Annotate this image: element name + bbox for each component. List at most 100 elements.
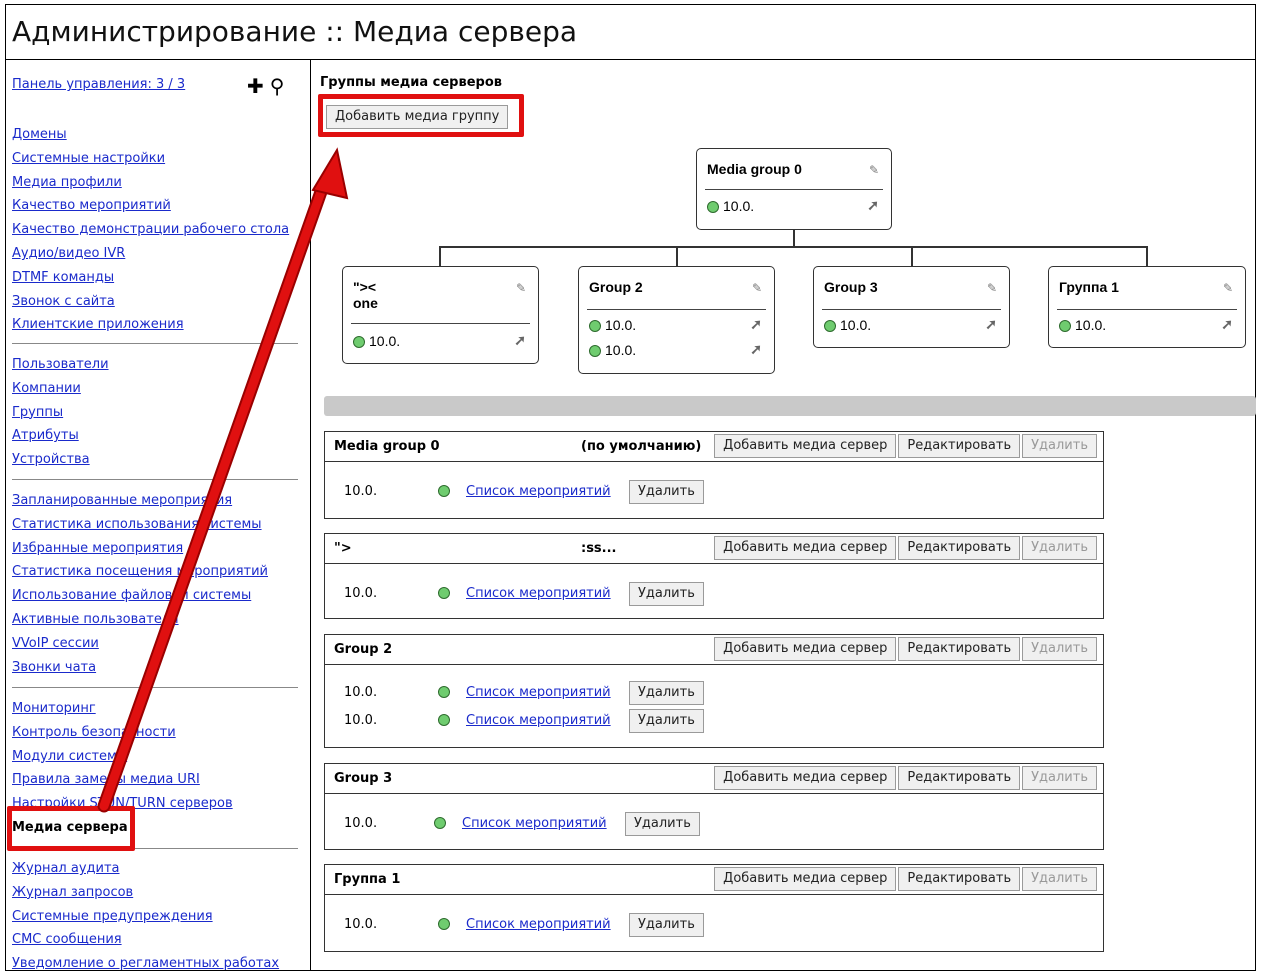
delete-group-button[interactable]: Удалить [1022,637,1097,661]
edit-group-button[interactable]: Редактировать [898,766,1021,790]
sidebar-item-media-uri-rules[interactable]: Правила замены медиа URI [12,768,233,792]
open-link-icon[interactable]: ➚ [750,316,762,333]
add-media-server-button[interactable]: Добавить медиа сервер [714,536,897,560]
open-link-icon[interactable]: ➚ [750,341,762,358]
media-group-header: Group 3 Добавить медиа сервер Редактирова… [325,764,1103,794]
events-list-link[interactable]: Список мероприятий [466,484,611,499]
delete-group-button[interactable]: Удалить [1022,766,1097,790]
sidebar-item-filesystem-usage[interactable]: Использование файловой системы [12,584,268,608]
media-group-name: Group 2 [334,642,393,657]
edit-icon[interactable]: ✎ [516,281,526,295]
status-ok-icon [1059,320,1071,332]
control-panel-link[interactable]: Панель управления: 3 / 3 [12,77,185,92]
edit-group-button[interactable]: Редактировать [898,867,1021,891]
tree-node-child[interactable]: Group 3 ✎ 10.0. ➚ [813,266,1010,348]
open-link-icon[interactable]: ➚ [1221,316,1233,333]
sidebar-item-devices[interactable]: Устройства [12,448,109,472]
search-icon[interactable]: ⚲ [270,74,285,98]
edit-group-button[interactable]: Редактировать [898,536,1021,560]
delete-server-button[interactable]: Удалить [629,582,704,606]
edit-icon[interactable]: ✎ [752,281,762,295]
section-title: Группы медиа серверов [320,75,502,90]
edit-icon[interactable]: ✎ [869,163,879,177]
sidebar-item-active-users[interactable]: Активные пользователи [12,608,268,632]
sidebar-item-system-settings[interactable]: Системные настройки [12,147,289,171]
sidebar-item-event-quality[interactable]: Качество мероприятий [12,194,289,218]
nav-group-stats: Запланированные мероприятия Статистика и… [12,489,268,679]
delete-server-button[interactable]: Удалить [625,812,700,836]
status-ok-icon [438,485,450,497]
sidebar-item-domains[interactable]: Домены [12,123,289,147]
events-list-link[interactable]: Список мероприятий [466,917,611,932]
delete-group-button[interactable]: Удалить [1022,536,1097,560]
sidebar-item-maintenance-notice[interactable]: Уведомление о регламентных работах [12,952,279,970]
nav-group-users: Пользователи Компании Группы Атрибуты Ус… [12,353,109,472]
edit-icon[interactable]: ✎ [1223,281,1233,295]
delete-server-button[interactable]: Удалить [629,709,704,733]
sidebar-item-client-apps[interactable]: Клиентские приложения [12,313,289,337]
add-media-server-button[interactable]: Добавить медиа сервер [714,766,897,790]
delete-group-button[interactable]: Удалить [1022,867,1097,891]
delete-server-button[interactable]: Удалить [629,913,704,937]
sidebar-item-desktop-quality[interactable]: Качество демонстрации рабочего стола [12,218,289,242]
edit-icon[interactable]: ✎ [987,281,997,295]
tree-node-child[interactable]: ">< one ✎ 10.0. ➚ [342,266,539,364]
media-group-block: Group 2 Добавить медиа сервер Редактирова… [324,634,1104,748]
tree-node-root[interactable]: Media group 0 ✎ 10.0. ➚ [696,148,892,230]
sidebar-item-request-log[interactable]: Журнал запросов [12,881,279,905]
card-divider [705,189,883,190]
tree-node-child[interactable]: Group 2 ✎ 10.0. ➚ 10.0. ➚ [578,266,775,374]
sidebar-item-companies[interactable]: Компании [12,377,109,401]
sidebar-item-favorite-events[interactable]: Избранные мероприятия [12,537,268,561]
server-ip: 10.0. [344,816,378,831]
sidebar-item-media-profiles[interactable]: Медиа профили [12,171,289,195]
tree-node-child[interactable]: Группа 1 ✎ 10.0. ➚ [1048,266,1246,348]
sidebar-divider [12,479,298,480]
sidebar-item-security-control[interactable]: Контроль безопасности [12,721,233,745]
events-list-link[interactable]: Список мероприятий [466,586,611,601]
delete-group-button[interactable]: Удалить [1022,434,1097,458]
open-link-icon[interactable]: ➚ [867,197,879,214]
media-group-header: Group 2 Добавить медиа сервер Редактирова… [325,635,1103,665]
tree-server: 10.0. [1059,316,1106,334]
sidebar-item-users[interactable]: Пользователи [12,353,109,377]
sidebar-divider [12,687,298,688]
sidebar-item-sms[interactable]: СМС сообщения [12,928,279,952]
sidebar-item-system-usage-stats[interactable]: Статистика использования системы [12,513,268,537]
media-group-name: Group 3 [334,771,393,786]
media-group-header: Группа 1 Добавить медиа сервер Редактиров… [325,865,1103,895]
sidebar-item-groups[interactable]: Группы [12,401,109,425]
sidebar-item-scheduled-events[interactable]: Запланированные мероприятия [12,489,268,513]
nav-group-settings: Домены Системные настройки Медиа профили… [12,123,289,337]
sidebar-item-attendance-stats[interactable]: Статистика посещения мероприятий [12,560,268,584]
add-media-server-button[interactable]: Добавить медиа сервер [714,637,897,661]
sidebar-item-vvoip-sessions[interactable]: VVoIP сессии [12,632,268,656]
sidebar-item-dtmf[interactable]: DTMF команды [12,266,289,290]
scrollbar-horizontal[interactable] [324,396,1256,416]
delete-server-button[interactable]: Удалить [629,681,704,705]
media-group-header: "> :ss... Добавить медиа сервер Редактиро… [325,534,1103,564]
open-link-icon[interactable]: ➚ [985,316,997,333]
sidebar-item-system-alerts[interactable]: Системные предупреждения [12,905,279,929]
add-media-server-button[interactable]: Добавить медиа сервер [714,867,897,891]
edit-group-button[interactable]: Редактировать [898,434,1021,458]
default-badge: (по умолчанию) [581,439,702,454]
open-link-icon[interactable]: ➚ [514,332,526,349]
sidebar-item-web-call[interactable]: Звонок с сайта [12,290,289,314]
sidebar-item-av-ivr[interactable]: Аудио/видео IVR [12,242,289,266]
sidebar-item-audit-log[interactable]: Журнал аудита [12,857,279,881]
edit-group-button[interactable]: Редактировать [898,637,1021,661]
events-list-link[interactable]: Список мероприятий [466,685,611,700]
sidebar-item-system-modules[interactable]: Модули системы [12,745,233,769]
sidebar-item-attributes[interactable]: Атрибуты [12,424,109,448]
delete-server-button[interactable]: Удалить [629,480,704,504]
sidebar-item-monitoring[interactable]: Мониторинг [12,697,233,721]
tree-node-title: Media group 0 [707,161,802,177]
sidebar-item-chat-calls[interactable]: Звонки чата [12,656,268,680]
add-media-server-button[interactable]: Добавить медиа сервер [714,434,897,458]
plus-icon[interactable]: ✚ [247,74,264,98]
media-group-name: "> [334,541,352,556]
events-list-link[interactable]: Список мероприятий [466,713,611,728]
events-list-link[interactable]: Список мероприятий [462,816,607,831]
server-ip: 10.0. [344,484,378,499]
